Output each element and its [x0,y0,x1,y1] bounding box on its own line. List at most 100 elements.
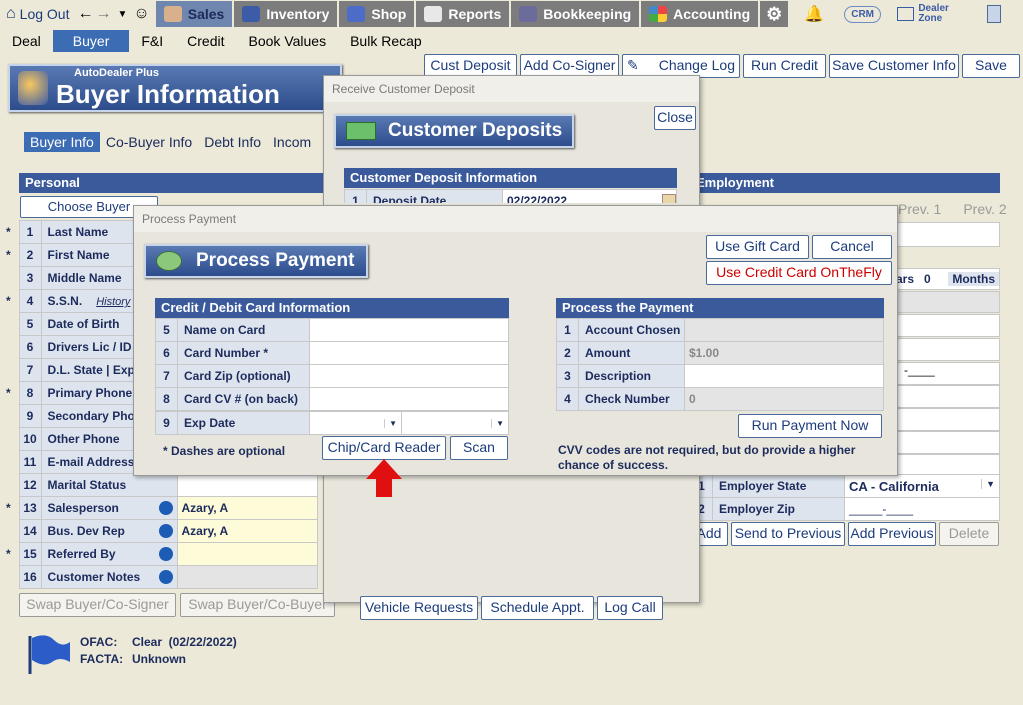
personal-value-field[interactable]: Azary, A [176,519,318,543]
back-icon[interactable]: ← [78,5,94,23]
required-marker [6,566,19,589]
logout-button[interactable]: ⌂ Log Out [0,1,76,27]
personal-header: Personal [19,173,329,193]
card-input[interactable] [309,364,509,388]
subnav-book-values[interactable]: Book Values [237,30,339,52]
vehicle-requests-button[interactable]: Vehicle Requests [360,596,478,620]
nav-bookkeeping[interactable]: Bookkeeping [511,1,640,27]
subnav-bulk-recap[interactable]: Bulk Recap [338,30,434,52]
personal-label-text: E-mail Address [47,455,135,469]
lookup-icon[interactable] [158,501,173,515]
dashes-note: * Dashes are optional [163,444,286,458]
run-credit-button[interactable]: Run Credit [743,54,826,78]
run-payment-now-button[interactable]: Run Payment Now [738,414,882,438]
personal-label-text: Date of Birth [47,317,120,331]
employment-field-c[interactable] [895,338,1000,361]
card-input[interactable] [309,341,509,365]
employment-field-f[interactable] [895,431,1000,454]
bell-icon[interactable]: 🔔 [804,4,824,24]
schedule-appt-button[interactable]: Schedule Appt. [481,596,594,620]
personal-label: Bus. Dev Rep [40,519,178,543]
process-row: 1 Account Chosen [556,318,884,342]
tab-cobuyer-info[interactable]: Co-Buyer Info [100,132,198,152]
lookup-icon[interactable] [158,570,173,584]
delete-employer-button[interactable]: Delete [939,522,999,546]
deposit-row-num: 1 [344,189,367,203]
user-icon[interactable]: ☺ [133,5,149,23]
employment-field-a[interactable] [895,291,1000,313]
nav-shop[interactable]: Shop [339,1,415,27]
save-button[interactable]: Save [962,54,1020,78]
crm-button[interactable]: CRM [844,5,882,23]
personal-value-field[interactable] [176,542,318,566]
exp-date-label: Exp Date [177,411,310,435]
tab-buyer-info[interactable]: Buyer Info [24,132,100,152]
swap-buyer-cosigner-button[interactable]: Swap Buyer/Co-Signer [19,593,176,617]
employer-name-field[interactable] [895,222,1000,247]
employment-field-g[interactable] [895,454,1000,476]
card-label: Card CV # (on back) [177,387,310,411]
required-marker [6,313,19,336]
exp-year-select[interactable]: ▼ [401,411,509,435]
nav-shop-label: Shop [371,6,407,22]
send-to-previous-button[interactable]: Send to Previous [731,522,845,546]
employment-field-b[interactable] [895,314,1000,337]
lookup-icon[interactable] [158,547,173,561]
chip-card-reader-button[interactable]: Chip/Card Reader [322,436,446,460]
subnav-buyer[interactable]: Buyer [52,30,130,52]
car-icon [242,6,261,22]
deposit-date-field[interactable]: 02/22/2022 [502,189,677,203]
nav-accounting[interactable]: Accounting [641,1,759,27]
tab-debt-info[interactable]: Debt Info [198,132,267,152]
history-link[interactable]: History [96,296,130,308]
dealer-zone-button[interactable]: Dealer Zone [897,4,967,24]
chevron-down-icon[interactable]: ▼ [118,9,128,20]
row-number: 5 [18,312,42,336]
process-value[interactable] [684,364,884,388]
lookup-icon[interactable] [158,524,173,538]
log-call-button[interactable]: Log Call [597,596,663,620]
scan-button[interactable]: Scan [450,436,508,460]
process-label: Check Number [578,387,685,411]
deposit-date-row: 1 Deposit Date 02/22/2022 [344,189,677,203]
employer-state-select[interactable]: CA - California ▼ [844,474,1000,498]
tab-income[interactable]: Incom [267,132,317,152]
forward-icon[interactable]: → [96,5,112,23]
employment-prev-tabs: Prev. 1 Prev. 2 [898,201,1007,217]
nav-reports[interactable]: Reports [416,1,510,27]
calculator-icon[interactable] [987,5,1002,23]
buyer-tabs: Buyer Info Co-Buyer Info Debt Info Incom [24,132,317,152]
exp-month-select[interactable]: ▼ [309,411,402,435]
employment-field-e[interactable] [895,408,1000,431]
prev2-tab[interactable]: Prev. 2 [963,201,1006,217]
personal-label: Salesperson [40,496,178,520]
subnav-credit[interactable]: Credit [175,30,236,52]
subnav-deal[interactable]: Deal [0,30,53,52]
required-marker: * [6,386,11,400]
add-previous-button[interactable]: Add Previous [848,522,936,546]
use-gift-card-button[interactable]: Use Gift Card [706,235,809,259]
card-input[interactable] [309,318,509,342]
facta-value: Unknown [132,652,186,666]
calendar-icon[interactable] [662,194,676,203]
cancel-button[interactable]: Cancel [812,235,892,259]
prev1-tab[interactable]: Prev. 1 [898,201,941,217]
employment-field-d[interactable] [895,385,1000,408]
employer-zip-field[interactable]: _____-____ [844,497,1000,521]
save-customer-info-button[interactable]: Save Customer Info [829,54,959,78]
swap-buyer-cobuyer-button[interactable]: Swap Buyer/Co-Buyer [180,593,335,617]
nav-inventory[interactable]: Inventory [234,1,338,27]
use-credit-card-onthefly-button[interactable]: Use Credit Card OnTheFly [706,261,892,285]
card-input[interactable] [309,387,509,411]
personal-value-field[interactable] [176,565,318,589]
close-button[interactable]: Close [654,106,696,130]
years-value[interactable]: 0 [924,272,944,286]
personal-value-field[interactable]: Azary, A [176,496,318,520]
nav-sales[interactable]: Sales [155,1,233,27]
required-marker [6,267,19,290]
settings-button[interactable]: ⚙ [760,1,789,27]
subnav-fi[interactable]: F&I [129,30,175,52]
personal-value-field[interactable] [176,473,318,497]
row-number: 7 [155,364,178,388]
employer-phone-field[interactable]: -____ [895,362,1000,385]
